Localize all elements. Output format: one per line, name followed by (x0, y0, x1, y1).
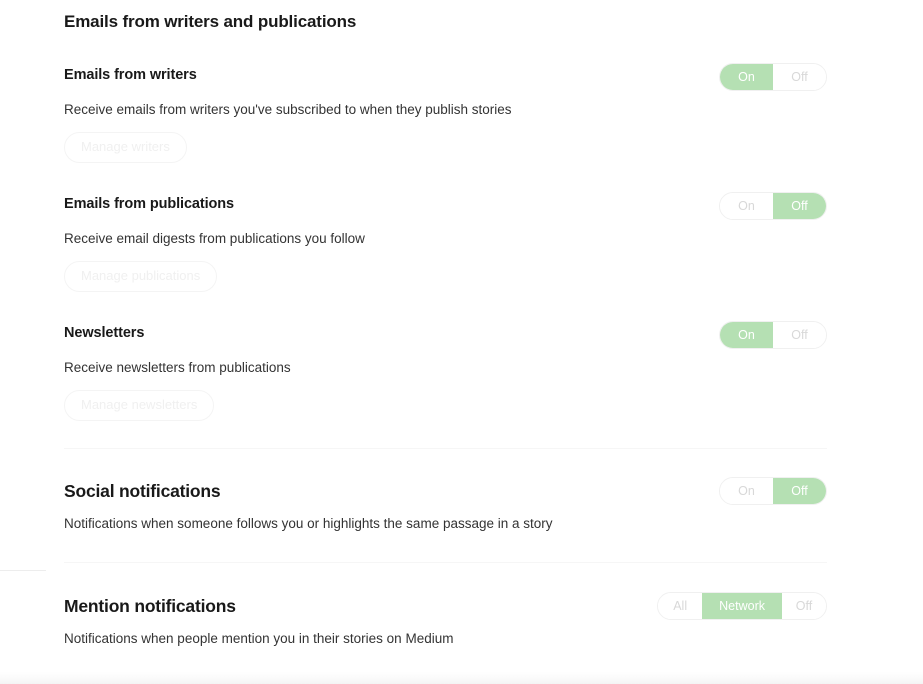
setting-description-mention-notifications: Notifications when people mention you in… (64, 629, 564, 649)
toggle-option-off[interactable]: Off (773, 64, 826, 90)
frame-artifact-line (0, 570, 46, 571)
toggle-newsletters[interactable]: On Off (719, 321, 827, 349)
setting-description-emails-from-writers: Receive emails from writers you've subsc… (64, 100, 564, 120)
toggle-option-on[interactable]: On (720, 64, 773, 90)
setting-label-newsletters: Newsletters (64, 321, 144, 343)
page-title: Emails from writers and publications (64, 0, 827, 33)
toggle-option-off[interactable]: Off (773, 322, 826, 348)
manage-newsletters-button[interactable]: Manage newsletters (64, 390, 214, 421)
toggle-social-notifications[interactable]: On Off (719, 477, 827, 505)
toggle-option-on[interactable]: On (720, 322, 773, 348)
setting-row-social-notifications: Social notifications On Off Notification… (64, 477, 827, 534)
toggle-option-all[interactable]: All (658, 593, 702, 619)
setting-label-mention-notifications: Mention notifications (64, 592, 236, 618)
toggle-option-off[interactable]: Off (773, 193, 826, 219)
setting-description-social-notifications: Notifications when someone follows you o… (64, 514, 564, 534)
setting-description-newsletters: Receive newsletters from publications (64, 358, 564, 378)
toggle-option-on[interactable]: On (720, 193, 773, 219)
toggle-option-network[interactable]: Network (702, 593, 782, 619)
setting-row-mention-notifications: Mention notifications All Network Off No… (64, 592, 827, 649)
settings-content: Emails from writers and publications Ema… (64, 0, 827, 649)
toggle-option-on[interactable]: On (720, 478, 773, 504)
setting-row-newsletters: Newsletters On Off Receive newsletters f… (64, 321, 827, 421)
toggle-mention-notifications[interactable]: All Network Off (657, 592, 827, 620)
setting-label-emails-from-writers: Emails from writers (64, 63, 197, 85)
toggle-emails-from-publications[interactable]: On Off (719, 192, 827, 220)
toggle-emails-from-writers[interactable]: On Off (719, 63, 827, 91)
setting-row-emails-from-publications: Emails from publications On Off Receive … (64, 192, 827, 292)
manage-publications-button[interactable]: Manage publications (64, 261, 217, 292)
setting-label-emails-from-publications: Emails from publications (64, 192, 234, 214)
manage-writers-button[interactable]: Manage writers (64, 132, 187, 163)
toggle-option-off[interactable]: Off (773, 478, 826, 504)
bottom-fade-band (0, 672, 923, 684)
notification-settings-page: Emails from writers and publications Ema… (0, 0, 923, 684)
toggle-option-off[interactable]: Off (782, 593, 826, 619)
setting-description-emails-from-publications: Receive email digests from publications … (64, 229, 564, 249)
setting-row-emails-from-writers: Emails from writers On Off Receive email… (64, 63, 827, 163)
setting-label-social-notifications: Social notifications (64, 477, 220, 503)
